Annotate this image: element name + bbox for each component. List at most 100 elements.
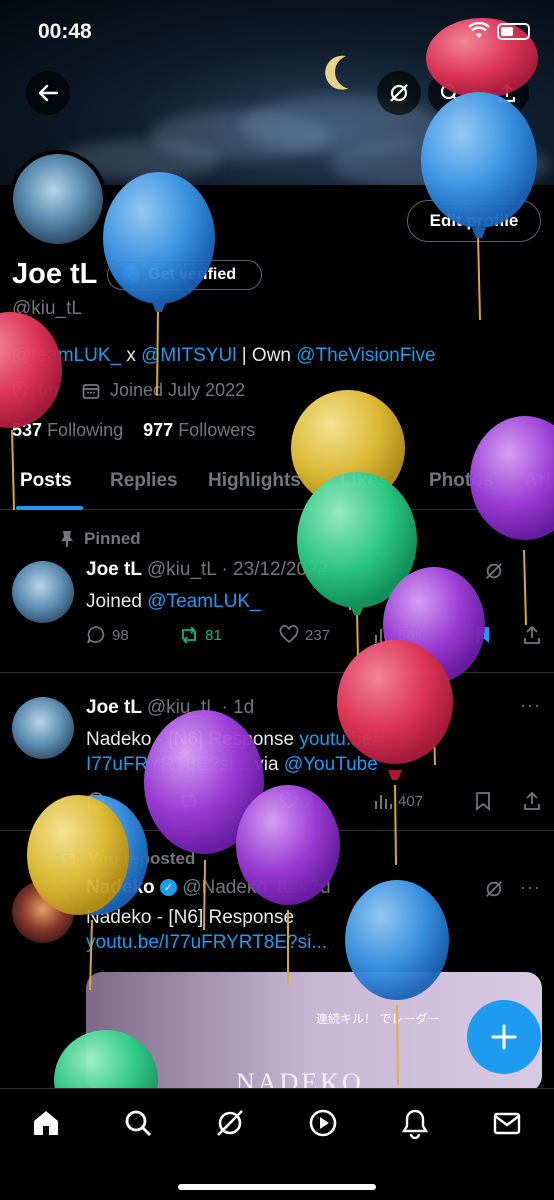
post-link-youtu-id[interactable]: I77uFRYRT8E?si... [86,754,249,775]
home-icon[interactable] [30,1107,62,1139]
more-options-icon[interactable]: ··· [520,695,541,716]
pinned-context: Pinned [60,529,141,549]
battery-icon [497,23,530,40]
reply-button[interactable] [86,791,179,811]
edit-profile-button[interactable]: Edit profile [407,200,541,242]
views-button[interactable]: 56K [374,625,474,645]
profile-bio: @teamLUK_ x @MITSYUl | Own @TheVisionFiv… [12,345,436,367]
bookmark-icon[interactable] [474,791,492,811]
profile-meta: tm Joined July 2022 [12,380,245,401]
tab-posts[interactable]: Posts [20,470,72,492]
share-button[interactable] [485,71,529,115]
post-mention-teamluk[interactable]: @TeamLUK_ [147,591,260,612]
profile-tabs: Posts Replies Highlights Likes Photos Ar… [0,458,554,510]
share-icon[interactable] [522,791,542,811]
like-count: 2 [305,792,314,810]
post-avatar[interactable] [12,697,74,759]
grok-button[interactable] [377,71,421,115]
tab-likes[interactable]: Likes [340,470,389,492]
repost-icon [182,792,196,810]
grok-icon[interactable] [214,1107,246,1139]
get-verified-label: Get verified [148,266,237,283]
active-tab-indicator [16,506,83,510]
repost-context-label: You reposted [88,849,196,868]
post-avatar[interactable] [12,881,74,943]
followers-link[interactable]: 977 Followers [143,420,255,440]
post-text-line1: Nadeko - [N6] Response [86,907,295,928]
like-count: 237 [305,626,331,644]
post-link-youtu[interactable]: youtu.be/I77uFRYRT8E?si... [86,932,327,953]
post-link-youtu[interactable]: youtu.be/ [299,729,377,750]
views-button[interactable]: 407 [374,791,474,811]
bio-text-x: x [121,345,142,366]
tab-replies[interactable]: Replies [110,470,178,492]
back-button[interactable] [26,71,70,115]
post-author: Nadeko ✓ @Nadeko_tL · 2d [86,877,331,899]
post-handle-date: @kiu_tL · 1d [146,697,255,718]
tab-highlights[interactable]: Highlights [208,470,301,492]
views-count: 407 [398,792,424,810]
follow-stats: 537 Following 977 Followers [12,420,255,441]
repost-context: You reposted [60,849,195,869]
post-text-via: via [248,754,284,775]
like-button[interactable]: 2 [279,791,374,811]
reply-icon [87,792,105,810]
status-time: 00:48 [38,20,92,43]
repost-icon [62,851,76,867]
tab-art[interactable]: Art [524,470,551,492]
tab-photos[interactable]: Photos [429,470,493,492]
pin-icon [61,531,73,547]
bio-link-mitsyul[interactable]: @MITSYUl [141,345,236,366]
share-icon [498,83,516,103]
reply-count: 98 [112,626,129,644]
video-icon[interactable] [307,1107,339,1139]
post-mention-youtube[interactable]: @YouTube [284,754,378,775]
post-author-name: Nadeko [86,877,155,898]
get-verified-button[interactable]: ✓ Get verified [107,260,262,290]
post-handle-date: @kiu_tL · 23/12/2022 [146,559,329,580]
share-icon[interactable] [522,625,542,645]
bio-text-own: | Own [236,345,297,366]
profile-avatar[interactable] [9,150,107,248]
post-item[interactable]: Joe tL @kiu_tL · 1d ··· Nadeko - [N6] Re… [0,673,554,831]
profile-location: tm [38,380,58,400]
profile-joined: Joined July 2022 [110,380,246,400]
views-icon [375,629,392,643]
pinned-label: Pinned [84,529,141,548]
post-text: Nadeko - [N6] Response youtu.be/ I77uFRY… [86,727,378,777]
grok-icon[interactable] [484,561,504,581]
notifications-icon[interactable] [399,1107,431,1139]
repost-button[interactable]: 81 [179,625,279,645]
heart-icon [279,791,299,810]
post-item[interactable]: Pinned Joe tL @kiu_tL · 23/12/2022 Joine… [0,511,554,673]
calendar-icon [82,383,100,399]
repost-count: 81 [205,626,222,644]
post-author-name: Joe tL [86,559,142,580]
bio-link-thevisionfive[interactable]: @TheVisionFive [296,345,435,366]
verified-badge-icon: ✓ [159,879,177,896]
messages-icon[interactable] [491,1107,523,1139]
profile-name: Joe tL [12,258,98,290]
grok-icon[interactable] [484,879,504,899]
repost-button[interactable] [179,791,279,811]
bio-link-teamluk[interactable]: @teamLUK_ [12,345,121,366]
like-button[interactable]: 237 [279,625,374,645]
post-author: Joe tL @kiu_tL · 23/12/2022 [86,559,328,581]
grok-icon [390,84,408,102]
compose-button[interactable] [467,1000,541,1074]
post-text-prefix: Joined [86,591,148,612]
search-icon [440,83,460,103]
bookmark-icon[interactable] [474,625,492,645]
more-options-icon[interactable]: ··· [520,877,541,898]
search-button[interactable] [428,71,472,115]
status-bar: 00:48 [0,0,554,60]
search-icon[interactable] [122,1107,154,1139]
views-count: 56K [398,626,425,644]
media-caption: 連続キル！ でレーダー [316,1012,440,1026]
following-link[interactable]: 537 Following [12,420,123,440]
post-actions: 98 81 237 56K [86,625,542,645]
post-handle-date: @Nadeko_tL · 2d [182,877,331,898]
post-avatar[interactable] [12,561,74,623]
post-text-line1: Nadeko - [N6] Response [86,729,300,750]
reply-button[interactable]: 98 [86,625,179,645]
